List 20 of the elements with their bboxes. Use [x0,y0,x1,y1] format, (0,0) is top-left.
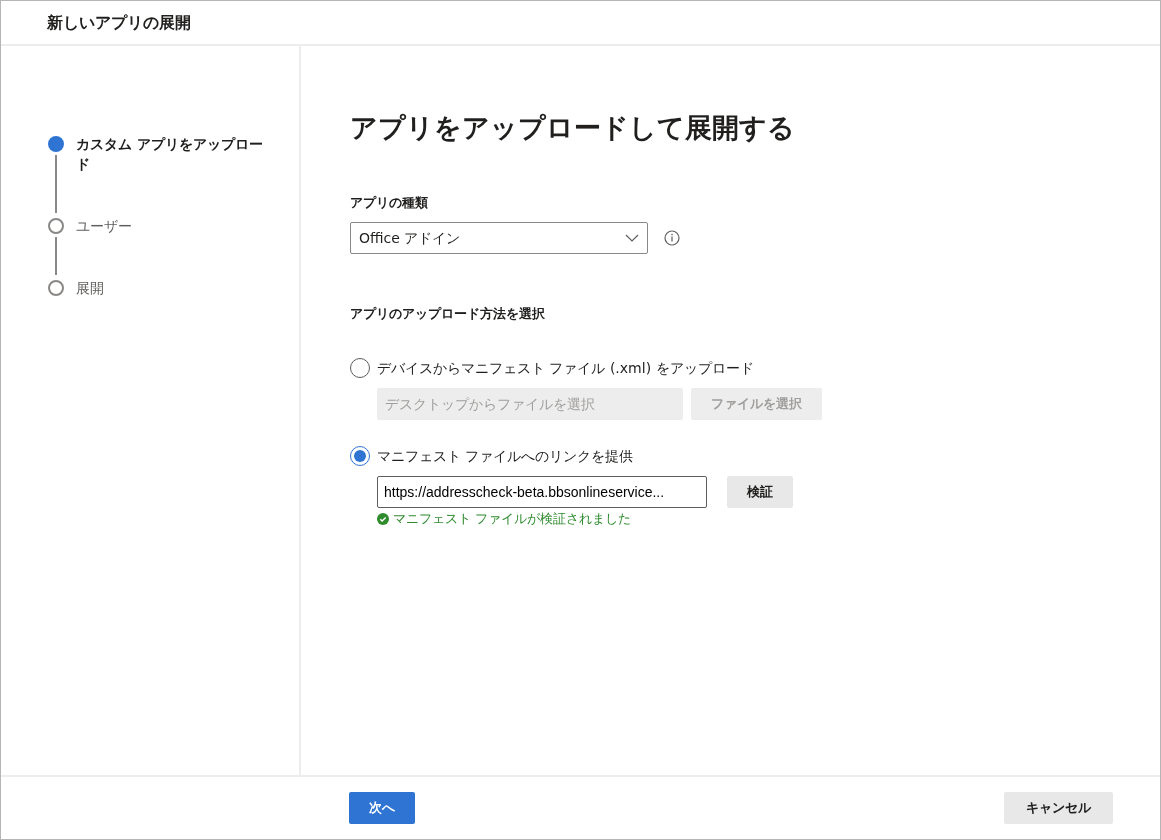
step-label[interactable]: 展開 [76,278,104,298]
option-label[interactable]: マニフェスト ファイルへのリンクを提供 [377,445,634,467]
url-field[interactable]: https://addresscheck-beta.bbsonlineservice... [377,475,707,508]
step-label[interactable]: カスタム アプリをアップロード [76,134,266,174]
next-button[interactable]: 次へ [349,792,415,824]
info-icon[interactable] [664,230,680,246]
success-message: マニフェスト ファイルが検証されました [393,509,631,528]
step-indicator[interactable] [48,280,64,296]
step-indicator[interactable] [48,136,64,152]
check-circle-icon [377,512,389,525]
cancel-button[interactable]: キャンセル [1004,792,1113,824]
verify-button[interactable]: 検証 [727,475,793,508]
section-label: アプリのアップロード方法を選択 [350,305,546,323]
app-type-dropdown[interactable]: Office アドイン [350,222,648,254]
chevron-down-icon [625,234,639,242]
field-label: アプリの種類 [350,193,429,212]
step-indicator[interactable] [48,218,64,234]
page-heading: アプリをアップロードして展開する [350,111,796,145]
window-title: 新しいアプリの展開 [47,11,191,34]
step-label[interactable]: ユーザー [76,216,132,236]
